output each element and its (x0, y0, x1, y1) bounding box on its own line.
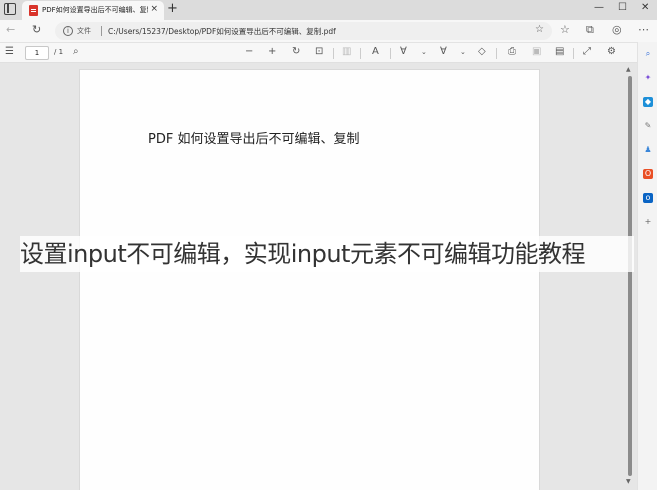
address-bar[interactable]: i 文件 C:/Users/15237/Desktop/PDF如何设置导出后不可… (55, 22, 552, 40)
page-total: / 1 (54, 48, 64, 56)
tab-pdf[interactable]: PDF如何设置导出后不可编辑、复制 × (22, 1, 164, 20)
refresh-button[interactable]: ↻ (32, 23, 41, 36)
tab-title: PDF如何设置导出后不可编辑、复制 (42, 6, 148, 14)
collections-icon[interactable]: ⧉ (586, 23, 594, 37)
outlook-icon[interactable]: o (643, 193, 653, 203)
scroll-thumb[interactable] (628, 76, 632, 476)
draw-icon[interactable]: ∀ (400, 46, 407, 57)
profile-icon[interactable]: ◎ (612, 23, 622, 36)
more-menu-icon[interactable]: ⋯ (638, 23, 649, 36)
fit-page-icon[interactable]: ⊡ (315, 46, 323, 57)
back-button[interactable]: ← (6, 23, 15, 36)
office-icon[interactable]: O (643, 169, 653, 179)
draw-dropdown-icon[interactable]: ⌄ (421, 48, 427, 56)
navigation-bar: ← ↻ i 文件 C:/Users/15237/Desktop/PDF如何设置导… (0, 20, 657, 42)
rotate-icon[interactable]: ↻ (292, 46, 300, 57)
document-heading: PDF 如何设置导出后不可编辑、复制 (148, 132, 360, 147)
vertical-scrollbar[interactable]: ▲ ▼ (626, 64, 634, 488)
highlight-icon[interactable]: ∀ (440, 46, 447, 57)
games-icon[interactable]: ♟ (643, 145, 653, 155)
scroll-down-icon[interactable]: ▼ (626, 478, 631, 485)
tab-actions-icon[interactable] (4, 3, 16, 15)
contents-icon[interactable]: ☰ (5, 46, 14, 57)
new-tab-button[interactable]: + (167, 1, 178, 16)
fullscreen-icon[interactable]: ⤢ (583, 46, 591, 57)
erase-icon[interactable]: ◇ (478, 46, 486, 57)
add-icon[interactable]: + (643, 217, 653, 227)
info-icon[interactable]: i (63, 26, 73, 36)
print-icon[interactable]: ⎙ (508, 46, 516, 57)
shopping-icon[interactable]: ◆ (643, 97, 653, 107)
address-url[interactable]: C:/Users/15237/Desktop/PDF如何设置导出后不可编辑、复制… (108, 26, 336, 37)
page-number-input[interactable]: 1 (25, 46, 49, 60)
toolbar-divider (360, 48, 361, 59)
address-scheme-label: 文件 (77, 27, 91, 35)
toolbar-divider (573, 48, 574, 59)
toolbar-divider (496, 48, 497, 59)
save-icon[interactable]: ▣ (532, 46, 541, 57)
address-divider (101, 26, 102, 36)
close-window-button[interactable]: ✕ (641, 2, 649, 13)
edge-sidebar: ⌕ ✦ ◆ ✎ ♟ O o + (637, 42, 657, 490)
favorites-icon[interactable]: ☆ (560, 23, 570, 36)
save-as-icon[interactable]: ▤ (555, 46, 564, 57)
tab-close-icon[interactable]: × (150, 4, 158, 14)
favorite-star-icon[interactable]: ☆ (535, 24, 544, 35)
zoom-out-icon[interactable]: − (245, 46, 253, 57)
pdf-toolbar: ☰ 1 / 1 ⌕ − + ↻ ⊡ ▥ A ∀ ⌄ ∀ ⌄ ◇ ⎙ ▣ ▤ ⤢ … (0, 42, 657, 63)
zoom-in-icon[interactable]: + (268, 46, 276, 57)
pdf-file-icon (29, 5, 38, 16)
tab-strip: PDF如何设置导出后不可编辑、复制 × + — ☐ ✕ (0, 0, 657, 20)
pdf-viewer[interactable]: PDF 如何设置导出后不可编辑、复制 (0, 63, 637, 490)
scroll-up-icon[interactable]: ▲ (626, 66, 631, 73)
toolbar-divider (390, 48, 391, 59)
pdf-page[interactable]: PDF 如何设置导出后不可编辑、复制 (79, 69, 540, 490)
minimize-button[interactable]: — (594, 2, 604, 13)
tools-icon[interactable]: ✎ (643, 121, 653, 131)
settings-icon[interactable]: ⚙ (607, 46, 616, 57)
highlight-dropdown-icon[interactable]: ⌄ (460, 48, 466, 56)
maximize-button[interactable]: ☐ (618, 2, 627, 13)
search-icon[interactable]: ⌕ (643, 49, 653, 59)
toolbar-divider (333, 48, 334, 59)
read-aloud-icon[interactable]: A (372, 46, 379, 57)
two-page-icon[interactable]: ▥ (342, 46, 351, 57)
caption-banner: 设置input不可编辑，实现input元素不可编辑功能教程 (20, 236, 634, 272)
search-icon[interactable]: ⌕ (73, 46, 79, 57)
copilot-icon[interactable]: ✦ (643, 73, 653, 83)
